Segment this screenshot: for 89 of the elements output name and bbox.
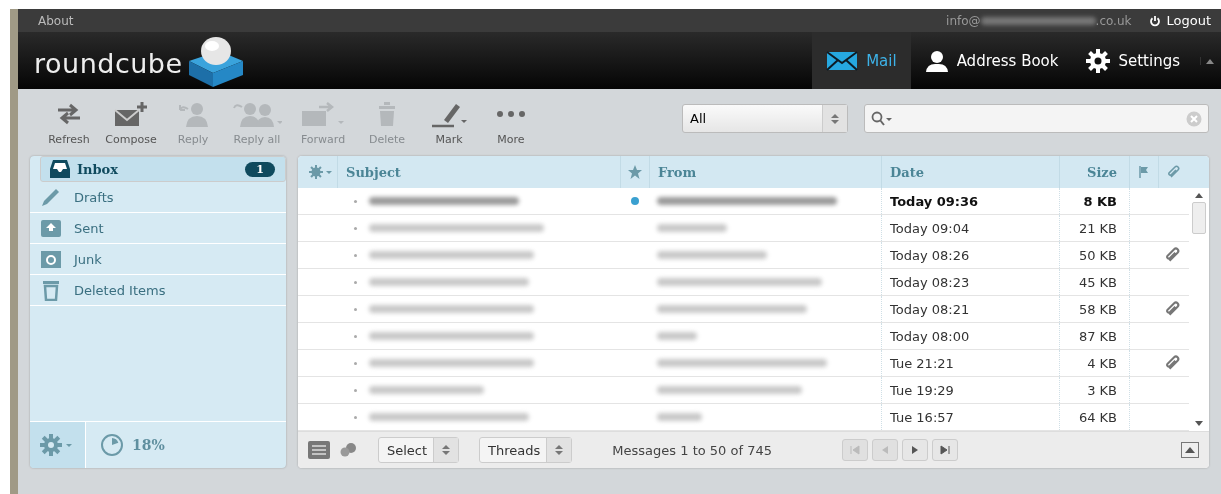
toolbar-button[interactable]: Refresh — [38, 99, 100, 146]
last-page-icon — [939, 445, 950, 455]
compose-icon — [114, 101, 148, 127]
date-cell: Today 08:26 — [890, 247, 970, 263]
size-cell: 45 KB — [1078, 274, 1117, 290]
last-page-button[interactable] — [931, 439, 958, 461]
date-cell: Today 08:00 — [890, 328, 970, 344]
filter-dropdown[interactable]: All — [682, 104, 848, 133]
column-header[interactable]: Subject — [338, 156, 621, 188]
search-icon — [871, 110, 893, 127]
nav-tab[interactable]: Address Book — [910, 32, 1073, 89]
size-cell: 3 KB — [1087, 382, 1117, 398]
date-cell: Today 08:21 — [890, 301, 970, 317]
nav-tab[interactable]: Settings — [1072, 32, 1194, 89]
inbox-icon — [49, 159, 71, 179]
pencil-icon — [40, 186, 62, 208]
spinner-arrows-icon — [555, 444, 564, 456]
size-cell: 50 KB — [1078, 247, 1117, 263]
power-icon — [1149, 14, 1162, 27]
nav-tab[interactable]: Mail — [812, 32, 911, 89]
folder-item[interactable]: Inbox 1 — [40, 156, 286, 182]
reply-all-icon — [232, 101, 282, 127]
date-cell: Today 09:04 — [890, 220, 970, 236]
message-count: Messages 1 to 50 of 745 — [612, 442, 772, 458]
scrollbar-thumb[interactable] — [1192, 202, 1206, 234]
folder-item[interactable]: Junk — [30, 244, 286, 275]
size-cell: 21 KB — [1078, 220, 1117, 236]
redacted-text — [657, 413, 702, 421]
refresh-icon — [56, 102, 82, 126]
account-email-suffix: .co.uk — [1095, 13, 1132, 28]
trash-icon — [40, 279, 62, 301]
toolbar-button[interactable]: Mark — [418, 99, 480, 146]
envelope-icon — [826, 50, 859, 71]
preview-toggle-icon[interactable] — [1181, 442, 1199, 458]
next-page-button[interactable] — [901, 439, 928, 461]
more-icon — [496, 110, 526, 118]
account-email-prefix: info@ — [946, 13, 981, 28]
date-cell: Tue 21:21 — [890, 355, 954, 371]
threads-icon[interactable] — [340, 443, 358, 457]
spinner-arrows-icon — [442, 444, 451, 456]
quota-pie-icon — [100, 433, 124, 457]
unread-dot[interactable] — [631, 197, 639, 205]
folder-item[interactable]: Drafts — [30, 182, 286, 213]
outbox-icon — [40, 218, 62, 238]
folder-item[interactable]: Deleted Items — [30, 275, 286, 306]
date-cell: Tue 19:29 — [890, 382, 954, 398]
date-cell: Tue 16:57 — [890, 409, 954, 425]
junk-folder-icon — [40, 249, 62, 269]
unread-count: 1 — [245, 161, 275, 177]
date-cell: Today 08:23 — [890, 274, 970, 290]
select-dropdown[interactable]: Select — [378, 437, 460, 463]
column-header[interactable]: Size — [1060, 156, 1130, 188]
list-view-icon[interactable] — [308, 441, 330, 459]
about-link[interactable]: About — [38, 13, 74, 28]
spinner-arrows-icon — [831, 112, 839, 125]
toolbar-button[interactable]: Compose — [100, 99, 162, 146]
column-header[interactable]: From — [650, 156, 882, 188]
redacted-text — [657, 224, 727, 232]
scroll-up-icon[interactable] — [1195, 192, 1203, 198]
list-options-icon[interactable] — [308, 165, 335, 179]
collapse-icon[interactable] — [1200, 56, 1215, 65]
trash-icon — [377, 101, 397, 127]
size-cell: 87 KB — [1078, 328, 1117, 344]
reply-icon — [178, 101, 208, 127]
first-page-icon — [849, 445, 860, 455]
flag-icon — [1139, 166, 1149, 178]
star-icon — [628, 165, 642, 179]
redacted-text — [657, 332, 697, 340]
forward-icon — [301, 101, 345, 127]
size-cell: 64 KB — [1078, 409, 1117, 425]
search-field[interactable] — [864, 104, 1209, 133]
logout-link[interactable]: Logout — [1149, 13, 1211, 28]
next-icon — [909, 445, 920, 455]
paperclip-icon — [1167, 165, 1181, 179]
folder-item[interactable]: Sent — [30, 213, 286, 244]
threads-dropdown[interactable]: Threads — [479, 437, 573, 463]
column-header[interactable]: Date — [882, 156, 1060, 188]
folder-settings-button[interactable] — [30, 422, 86, 468]
size-cell: 58 KB — [1078, 301, 1117, 317]
date-cell: Today 09:36 — [890, 193, 979, 209]
toolbar-button[interactable]: More — [480, 99, 542, 146]
size-cell: 4 KB — [1087, 355, 1117, 371]
size-cell: 8 KB — [1083, 193, 1117, 209]
person-icon — [924, 49, 949, 72]
first-page-button[interactable] — [841, 439, 868, 461]
scroll-down-icon[interactable] — [1195, 421, 1203, 427]
quota-text: 18% — [132, 437, 165, 453]
logo-text: roundcube — [34, 47, 183, 79]
clear-icon[interactable] — [1186, 110, 1202, 127]
